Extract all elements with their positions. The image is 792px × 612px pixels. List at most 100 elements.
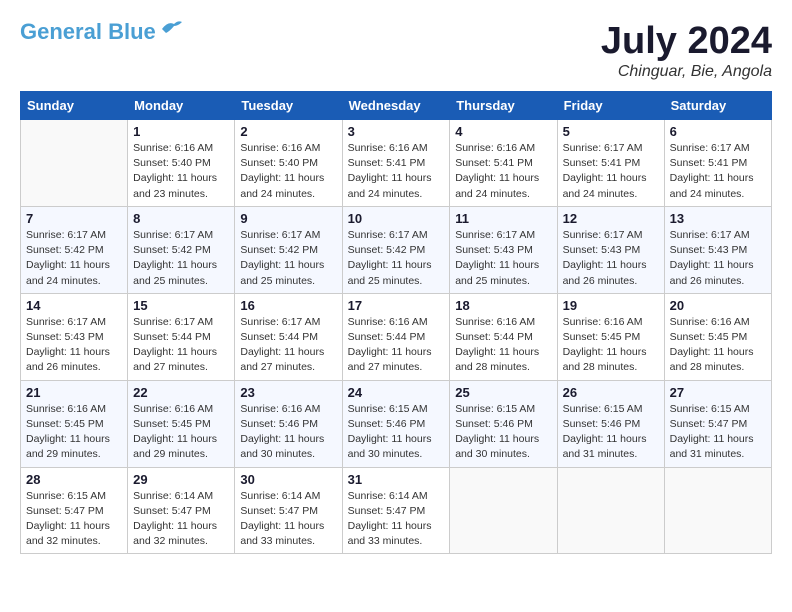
- day-number: 13: [670, 211, 766, 226]
- calendar-cell: 19Sunrise: 6:16 AMSunset: 5:45 PMDayligh…: [557, 293, 664, 380]
- day-info: Sunrise: 6:16 AMSunset: 5:44 PMDaylight:…: [348, 315, 445, 376]
- calendar-cell: 1Sunrise: 6:16 AMSunset: 5:40 PMDaylight…: [128, 120, 235, 207]
- calendar-cell: 4 Sunrise: 6:16 AMSunset: 5:41 PMDaylight…: [450, 120, 557, 207]
- day-number: 6: [670, 124, 766, 139]
- calendar-cell: 24 Sunrise: 6:15 AMSunset: 5:46 PMDayligh…: [342, 380, 450, 467]
- day-number: 29: [133, 472, 229, 487]
- day-number: 16: [240, 298, 336, 313]
- day-info: Sunrise: 6:16 AMSunset: 5:40 PMDaylight:…: [133, 141, 229, 202]
- logo-text: General Blue: [20, 20, 156, 44]
- day-info: Sunrise: 6:17 AMSunset: 5:42 PMDaylight:…: [348, 228, 445, 289]
- day-number: 18: [455, 298, 551, 313]
- weekday-header-wednesday: Wednesday: [342, 92, 450, 120]
- calendar-cell: 20 Sunrise: 6:16 AMSunset: 5:45 PMDayligh…: [664, 293, 771, 380]
- calendar-cell: 26 Sunrise: 6:15 AMSunset: 5:46 PMDayligh…: [557, 380, 664, 467]
- title-block: July 2024 Chinguar, Bie, Angola: [601, 20, 772, 81]
- logo-general: General: [20, 19, 102, 44]
- day-number: 23: [240, 385, 336, 400]
- day-info: Sunrise: 6:14 AMSunset: 5:47 PMDaylight:…: [133, 489, 229, 550]
- calendar-cell: 30 Sunrise: 6:14 AMSunset: 5:47 PMDayligh…: [235, 467, 342, 554]
- day-info: Sunrise: 6:17 AMSunset: 5:41 PMDaylight:…: [563, 141, 659, 202]
- day-info: Sunrise: 6:17 AMSunset: 5:42 PMDaylight:…: [26, 228, 122, 289]
- day-info: Sunrise: 6:16 AMSunset: 5:45 PMDaylight:…: [670, 315, 766, 376]
- calendar-cell: 5Sunrise: 6:17 AMSunset: 5:41 PMDaylight…: [557, 120, 664, 207]
- weekday-header-saturday: Saturday: [664, 92, 771, 120]
- week-row-5: 28Sunrise: 6:15 AMSunset: 5:47 PMDayligh…: [21, 467, 772, 554]
- month-title: July 2024: [601, 20, 772, 63]
- calendar-cell: 15 Sunrise: 6:17 AMSunset: 5:44 PMDayligh…: [128, 293, 235, 380]
- day-number: 26: [563, 385, 659, 400]
- week-row-2: 7 Sunrise: 6:17 AMSunset: 5:42 PMDaylight…: [21, 206, 772, 293]
- day-info: Sunrise: 6:15 AMSunset: 5:47 PMDaylight:…: [26, 489, 122, 550]
- day-info: Sunrise: 6:16 AMSunset: 5:45 PMDaylight:…: [26, 402, 122, 463]
- day-info: Sunrise: 6:17 AMSunset: 5:43 PMDaylight:…: [670, 228, 766, 289]
- day-info: Sunrise: 6:16 AMSunset: 5:40 PMDaylight:…: [240, 141, 336, 202]
- day-info: Sunrise: 6:16 AMSunset: 5:41 PMDaylight:…: [455, 141, 551, 202]
- day-number: 14: [26, 298, 122, 313]
- day-info: Sunrise: 6:17 AMSunset: 5:43 PMDaylight:…: [455, 228, 551, 289]
- day-info: Sunrise: 6:17 AMSunset: 5:42 PMDaylight:…: [240, 228, 336, 289]
- day-number: 15: [133, 298, 229, 313]
- calendar-cell: 18Sunrise: 6:16 AMSunset: 5:44 PMDayligh…: [450, 293, 557, 380]
- calendar-cell: 14 Sunrise: 6:17 AMSunset: 5:43 PMDayligh…: [21, 293, 128, 380]
- day-info: Sunrise: 6:16 AMSunset: 5:41 PMDaylight:…: [348, 141, 445, 202]
- day-number: 7: [26, 211, 122, 226]
- day-number: 22: [133, 385, 229, 400]
- location: Chinguar, Bie, Angola: [601, 63, 772, 81]
- calendar-cell: 17 Sunrise: 6:16 AMSunset: 5:44 PMDayligh…: [342, 293, 450, 380]
- day-info: Sunrise: 6:14 AMSunset: 5:47 PMDaylight:…: [240, 489, 336, 550]
- calendar-cell: [557, 467, 664, 554]
- week-row-1: 1Sunrise: 6:16 AMSunset: 5:40 PMDaylight…: [21, 120, 772, 207]
- calendar-cell: 21 Sunrise: 6:16 AMSunset: 5:45 PMDayligh…: [21, 380, 128, 467]
- day-number: 4: [455, 124, 551, 139]
- day-number: 11: [455, 211, 551, 226]
- day-info: Sunrise: 6:15 AMSunset: 5:46 PMDaylight:…: [348, 402, 445, 463]
- day-number: 21: [26, 385, 122, 400]
- day-number: 17: [348, 298, 445, 313]
- day-number: 10: [348, 211, 445, 226]
- weekday-header-friday: Friday: [557, 92, 664, 120]
- day-info: Sunrise: 6:17 AMSunset: 5:42 PMDaylight:…: [133, 228, 229, 289]
- calendar-cell: 27Sunrise: 6:15 AMSunset: 5:47 PMDayligh…: [664, 380, 771, 467]
- calendar-cell: 16Sunrise: 6:17 AMSunset: 5:44 PMDayligh…: [235, 293, 342, 380]
- week-row-4: 21 Sunrise: 6:16 AMSunset: 5:45 PMDayligh…: [21, 380, 772, 467]
- day-info: Sunrise: 6:16 AMSunset: 5:46 PMDaylight:…: [240, 402, 336, 463]
- day-info: Sunrise: 6:16 AMSunset: 5:45 PMDaylight:…: [133, 402, 229, 463]
- weekday-header-tuesday: Tuesday: [235, 92, 342, 120]
- calendar-cell: 13 Sunrise: 6:17 AMSunset: 5:43 PMDayligh…: [664, 206, 771, 293]
- weekday-header-monday: Monday: [128, 92, 235, 120]
- calendar-cell: 9Sunrise: 6:17 AMSunset: 5:42 PMDaylight…: [235, 206, 342, 293]
- day-number: 30: [240, 472, 336, 487]
- calendar-cell: 11 Sunrise: 6:17 AMSunset: 5:43 PMDayligh…: [450, 206, 557, 293]
- day-number: 8: [133, 211, 229, 226]
- calendar-cell: 2 Sunrise: 6:16 AMSunset: 5:40 PMDaylight…: [235, 120, 342, 207]
- calendar-cell: 10 Sunrise: 6:17 AMSunset: 5:42 PMDayligh…: [342, 206, 450, 293]
- logo-bird-icon: [160, 19, 182, 37]
- day-info: Sunrise: 6:17 AMSunset: 5:44 PMDaylight:…: [133, 315, 229, 376]
- day-number: 2: [240, 124, 336, 139]
- calendar-cell: 23 Sunrise: 6:16 AMSunset: 5:46 PMDayligh…: [235, 380, 342, 467]
- day-info: Sunrise: 6:15 AMSunset: 5:46 PMDaylight:…: [455, 402, 551, 463]
- calendar-cell: 3 Sunrise: 6:16 AMSunset: 5:41 PMDaylight…: [342, 120, 450, 207]
- day-info: Sunrise: 6:14 AMSunset: 5:47 PMDaylight:…: [348, 489, 445, 550]
- day-info: Sunrise: 6:15 AMSunset: 5:46 PMDaylight:…: [563, 402, 659, 463]
- calendar-cell: [21, 120, 128, 207]
- logo: General Blue: [20, 20, 182, 44]
- day-info: Sunrise: 6:15 AMSunset: 5:47 PMDaylight:…: [670, 402, 766, 463]
- calendar-cell: [450, 467, 557, 554]
- day-info: Sunrise: 6:17 AMSunset: 5:41 PMDaylight:…: [670, 141, 766, 202]
- calendar-cell: 31Sunrise: 6:14 AMSunset: 5:47 PMDayligh…: [342, 467, 450, 554]
- day-number: 12: [563, 211, 659, 226]
- calendar-table: SundayMondayTuesdayWednesdayThursdayFrid…: [20, 91, 772, 554]
- day-info: Sunrise: 6:17 AMSunset: 5:43 PMDaylight:…: [563, 228, 659, 289]
- day-number: 3: [348, 124, 445, 139]
- weekday-header-sunday: Sunday: [21, 92, 128, 120]
- day-number: 24: [348, 385, 445, 400]
- day-number: 20: [670, 298, 766, 313]
- weekday-header-thursday: Thursday: [450, 92, 557, 120]
- week-row-3: 14 Sunrise: 6:17 AMSunset: 5:43 PMDayligh…: [21, 293, 772, 380]
- day-info: Sunrise: 6:17 AMSunset: 5:43 PMDaylight:…: [26, 315, 122, 376]
- day-number: 19: [563, 298, 659, 313]
- weekday-header-row: SundayMondayTuesdayWednesdayThursdayFrid…: [21, 92, 772, 120]
- calendar-cell: 22 Sunrise: 6:16 AMSunset: 5:45 PMDayligh…: [128, 380, 235, 467]
